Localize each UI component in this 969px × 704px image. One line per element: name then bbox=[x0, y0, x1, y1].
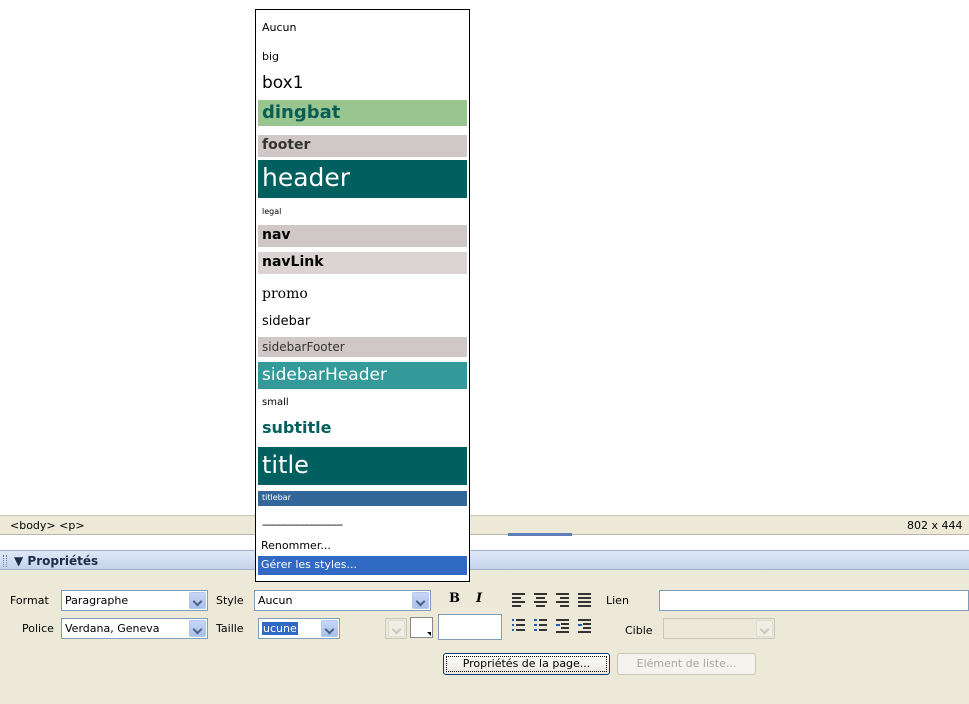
format-value: Paragraphe bbox=[65, 594, 129, 607]
option-label: navLink bbox=[262, 254, 324, 270]
ordered-list-icon[interactable] bbox=[534, 619, 549, 632]
rename-style-item[interactable]: Renommer... bbox=[258, 537, 467, 556]
option-label: header bbox=[262, 163, 351, 192]
size-label: Taille bbox=[216, 622, 244, 635]
text-color-input[interactable] bbox=[438, 614, 502, 640]
bold-button[interactable]: B bbox=[449, 591, 460, 606]
style-option-box1[interactable]: box1 bbox=[258, 71, 467, 97]
link-input[interactable] bbox=[659, 590, 969, 611]
style-option-small[interactable]: small bbox=[258, 396, 467, 412]
chevron-down-icon[interactable] bbox=[189, 592, 206, 609]
format-label: Format bbox=[10, 594, 49, 607]
text-color-picker[interactable] bbox=[410, 617, 433, 638]
chevron-down-icon[interactable] bbox=[189, 620, 206, 637]
option-label: big bbox=[262, 50, 280, 63]
align-justify-icon[interactable] bbox=[578, 593, 593, 607]
target-label: Cible bbox=[625, 624, 653, 637]
italic-button[interactable]: I bbox=[476, 591, 482, 606]
unordered-list-icon[interactable] bbox=[512, 619, 527, 632]
style-option-navlink[interactable]: navLink bbox=[258, 252, 467, 274]
option-label: sidebar bbox=[262, 314, 311, 329]
chevron-down-icon[interactable] bbox=[321, 620, 338, 637]
size-value: ucune bbox=[262, 622, 298, 635]
align-left-icon[interactable] bbox=[512, 593, 527, 607]
option-label: Aucun bbox=[262, 21, 297, 34]
tag-selector[interactable]: <body> <p> bbox=[10, 519, 85, 532]
style-value: Aucun bbox=[258, 594, 293, 607]
style-option-nav[interactable]: nav bbox=[258, 225, 467, 247]
outdent-icon[interactable] bbox=[556, 619, 571, 633]
size-unit-select bbox=[385, 618, 407, 639]
link-label: Lien bbox=[606, 594, 629, 607]
option-label: legal bbox=[262, 207, 282, 216]
rename-label: Renommer... bbox=[261, 539, 331, 552]
properties-panel-header[interactable]: ▼ Propriétés bbox=[0, 550, 969, 570]
option-label: titlebar bbox=[262, 493, 291, 502]
option-label: dingbat bbox=[262, 102, 341, 123]
dropdown-separator: --------------------------- bbox=[262, 518, 343, 531]
manage-label: Gérer les styles... bbox=[261, 558, 358, 571]
option-label: subtitle bbox=[262, 418, 332, 437]
style-option-title[interactable]: title bbox=[258, 447, 467, 485]
style-option-legal[interactable]: legal bbox=[258, 204, 467, 220]
style-label: Style bbox=[216, 594, 244, 607]
option-label: footer bbox=[262, 137, 311, 153]
font-label: Police bbox=[22, 622, 54, 635]
style-option-footer[interactable]: footer bbox=[258, 135, 467, 157]
window-size-readout[interactable]: 802 x 444 bbox=[907, 519, 963, 532]
option-label: box1 bbox=[262, 73, 304, 93]
manage-styles-item[interactable]: Gérer les styles... bbox=[258, 556, 467, 575]
size-select[interactable]: ucune bbox=[258, 618, 340, 639]
style-option-titlebar[interactable]: titlebar bbox=[258, 491, 467, 506]
align-right-icon[interactable] bbox=[556, 593, 571, 607]
option-label: small bbox=[262, 397, 289, 408]
option-label: sidebarHeader bbox=[262, 365, 387, 385]
format-select[interactable]: Paragraphe bbox=[61, 590, 208, 611]
style-option-dingbat[interactable]: dingbat bbox=[258, 100, 467, 126]
panel-grip-icon[interactable] bbox=[3, 555, 7, 567]
style-option-header[interactable]: header bbox=[258, 160, 467, 198]
chevron-down-icon[interactable] bbox=[412, 592, 429, 609]
style-option-promo[interactable]: promo bbox=[258, 284, 467, 306]
style-option-big[interactable]: big bbox=[258, 49, 467, 65]
indent-icon[interactable] bbox=[578, 619, 593, 633]
style-select[interactable]: Aucun bbox=[254, 590, 431, 611]
font-select[interactable]: Verdana, Geneva bbox=[61, 618, 208, 639]
style-dropdown-list[interactable]: Aucun big box1 dingbat footer header leg… bbox=[255, 9, 470, 582]
target-select bbox=[663, 618, 775, 639]
option-label: sidebarFooter bbox=[262, 340, 345, 354]
font-value: Verdana, Geneva bbox=[65, 622, 160, 635]
option-label: nav bbox=[262, 227, 291, 243]
panel-splitter-handle[interactable] bbox=[508, 533, 572, 536]
style-option-sidebarfooter[interactable]: sidebarFooter bbox=[258, 337, 467, 357]
option-label: promo bbox=[262, 286, 308, 302]
chevron-down-icon bbox=[388, 620, 405, 637]
style-option-sidebar[interactable]: sidebar bbox=[258, 311, 467, 333]
align-center-icon[interactable] bbox=[534, 593, 549, 607]
option-label: title bbox=[262, 451, 309, 479]
list-item-button: Elément de liste... bbox=[617, 653, 756, 675]
page-properties-button[interactable]: Propriétés de la page... bbox=[443, 653, 610, 675]
style-option-subtitle[interactable]: subtitle bbox=[258, 416, 467, 441]
tag-selector-bar: <body> <p> 802 x 444 bbox=[0, 515, 969, 536]
style-option-sidebarheader[interactable]: sidebarHeader bbox=[258, 362, 467, 389]
properties-title-text: Propriétés bbox=[27, 554, 99, 568]
style-option-aucun[interactable]: Aucun bbox=[258, 18, 467, 38]
properties-panel-title[interactable]: ▼ Propriétés bbox=[14, 554, 98, 568]
chevron-down-icon bbox=[756, 620, 773, 637]
